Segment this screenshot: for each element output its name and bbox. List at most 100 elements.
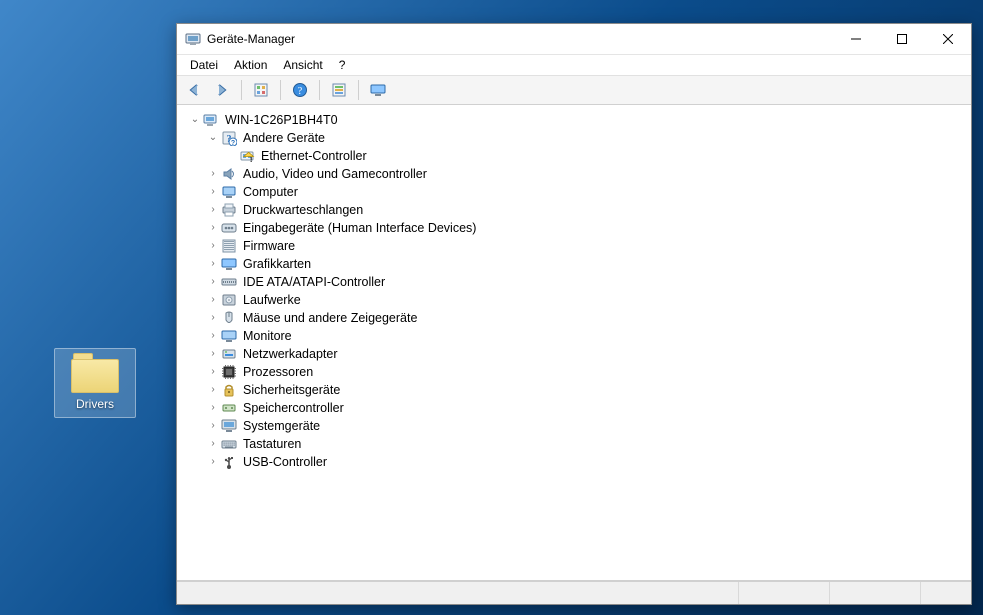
status-cell-3 <box>829 582 920 604</box>
forward-button[interactable] <box>209 77 235 103</box>
tree-item[interactable]: › Speichercontroller <box>187 399 961 417</box>
tree-item[interactable]: › Laufwerke <box>187 291 961 309</box>
tree-item-label: Laufwerke <box>239 291 301 309</box>
tree-item-label: Firmware <box>239 237 295 255</box>
audio-icon <box>221 166 237 182</box>
chevron-right-icon[interactable]: › <box>207 384 219 396</box>
status-cell-2 <box>738 582 829 604</box>
tree-item[interactable]: !Ethernet-Controller <box>187 147 961 165</box>
tree-item[interactable]: › Prozessoren <box>187 363 961 381</box>
chevron-down-icon[interactable]: ⌄ <box>207 132 219 144</box>
tree-item-label: Speichercontroller <box>239 399 344 417</box>
tree-item-label: Mäuse und andere Zeigegeräte <box>239 309 417 327</box>
chevron-right-icon[interactable]: › <box>207 186 219 198</box>
chevron-right-icon[interactable]: › <box>207 402 219 414</box>
tree-item[interactable]: › Tastaturen <box>187 435 961 453</box>
tree-item[interactable]: › Druckwarteschlangen <box>187 201 961 219</box>
maximize-button[interactable] <box>879 24 925 54</box>
tree-item-label: Systemgeräte <box>239 417 320 435</box>
status-cell-1 <box>177 582 738 604</box>
chevron-right-icon[interactable]: › <box>207 222 219 234</box>
monitor-button[interactable] <box>365 77 391 103</box>
tree-item-label: Ethernet-Controller <box>257 147 367 165</box>
chevron-right-icon[interactable]: › <box>207 330 219 342</box>
menu-datei[interactable]: Datei <box>183 57 225 73</box>
tree-item-label: Tastaturen <box>239 435 301 453</box>
tree-item[interactable]: › Mäuse und andere Zeigegeräte <box>187 309 961 327</box>
tree-item[interactable]: › Firmware <box>187 237 961 255</box>
tree-item-label: Netzwerkadapter <box>239 345 338 363</box>
tree-item[interactable]: › Netzwerkadapter <box>187 345 961 363</box>
cpu-icon <box>221 364 237 380</box>
tree-item[interactable]: ›Grafikkarten <box>187 255 961 273</box>
back-icon <box>186 82 202 98</box>
toolbar: ? <box>177 76 971 105</box>
titlebar[interactable]: Geräte-Manager <box>177 24 971 55</box>
show-hidden-button[interactable] <box>248 77 274 103</box>
chevron-right-icon[interactable]: › <box>207 294 219 306</box>
chevron-right-icon[interactable]: › <box>207 366 219 378</box>
system-icon <box>221 418 237 434</box>
tree-item-label: WIN-1C26P1BH4T0 <box>221 111 338 129</box>
keyboard-icon <box>221 436 237 452</box>
chevron-right-icon[interactable]: › <box>207 276 219 288</box>
chevron-right-icon[interactable]: › <box>207 348 219 360</box>
maximize-icon <box>897 34 907 44</box>
chevron-right-icon[interactable]: › <box>207 240 219 252</box>
unknown-device-icon: ! <box>239 148 255 164</box>
scan-button[interactable] <box>326 77 352 103</box>
tree-item-label: IDE ATA/ATAPI-Controller <box>239 273 385 291</box>
desktop-folder-drivers[interactable]: Drivers <box>54 348 136 418</box>
svg-text:?: ? <box>231 140 235 146</box>
tree-item[interactable]: ›Eingabegeräte (Human Interface Devices) <box>187 219 961 237</box>
tree-item[interactable]: ›Monitore <box>187 327 961 345</box>
chevron-right-icon[interactable]: › <box>207 258 219 270</box>
menu-ansicht[interactable]: Ansicht <box>276 57 329 73</box>
display-icon <box>221 256 237 272</box>
unknown-icon: ?? <box>221 130 237 146</box>
forward-icon <box>214 82 230 98</box>
tree-item[interactable]: › Systemgeräte <box>187 417 961 435</box>
close-button[interactable] <box>925 24 971 54</box>
security-icon <box>221 382 237 398</box>
chevron-right-icon[interactable]: › <box>207 204 219 216</box>
chevron-right-icon[interactable]: › <box>207 312 219 324</box>
computer-icon <box>203 112 219 128</box>
help-icon: ? <box>292 82 308 98</box>
monitor-icon <box>370 82 386 98</box>
chevron-down-icon[interactable]: ⌄ <box>189 114 201 126</box>
status-cell-4 <box>920 582 971 604</box>
computer-cat-icon <box>221 184 237 200</box>
folder-icon <box>71 353 119 393</box>
tree-item[interactable]: ⌄ WIN-1C26P1BH4T0 <box>187 111 961 129</box>
tree-item[interactable]: › Audio, Video und Gamecontroller <box>187 165 961 183</box>
app-icon <box>185 31 201 47</box>
tree-item[interactable]: ›Sicherheitsgeräte <box>187 381 961 399</box>
chevron-right-icon[interactable]: › <box>207 438 219 450</box>
tree-item[interactable]: › IDE ATA/ATAPI-Controller <box>187 273 961 291</box>
tree-item[interactable]: ›Computer <box>187 183 961 201</box>
show-hidden-icon <box>253 82 269 98</box>
tree-item-label: Druckwarteschlangen <box>239 201 363 219</box>
help-button[interactable]: ? <box>287 77 313 103</box>
mouse-icon <box>221 310 237 326</box>
tree-item-label: Audio, Video und Gamecontroller <box>239 165 427 183</box>
chevron-right-icon[interactable]: › <box>207 420 219 432</box>
menu-help[interactable]: ? <box>332 57 353 73</box>
window-title: Geräte-Manager <box>207 32 295 46</box>
back-button[interactable] <box>181 77 207 103</box>
ide-icon <box>221 274 237 290</box>
tree-item-label: Prozessoren <box>239 363 313 381</box>
firmware-icon <box>221 238 237 254</box>
printer-icon <box>221 202 237 218</box>
menu-aktion[interactable]: Aktion <box>227 57 274 73</box>
tree-item[interactable]: ⌄??Andere Geräte <box>187 129 961 147</box>
tree-item[interactable]: ›USB-Controller <box>187 453 961 471</box>
minimize-button[interactable] <box>833 24 879 54</box>
monitor-icon <box>221 328 237 344</box>
chevron-right-icon[interactable]: › <box>207 456 219 468</box>
tree-content[interactable]: ⌄WIN-1C26P1BH4T0⌄??Andere Geräte!Etherne… <box>177 105 971 581</box>
chevron-right-icon[interactable]: › <box>207 168 219 180</box>
device-manager-window: Geräte-Manager Datei Aktion Ansicht ? <box>176 23 972 605</box>
statusbar <box>177 581 971 604</box>
